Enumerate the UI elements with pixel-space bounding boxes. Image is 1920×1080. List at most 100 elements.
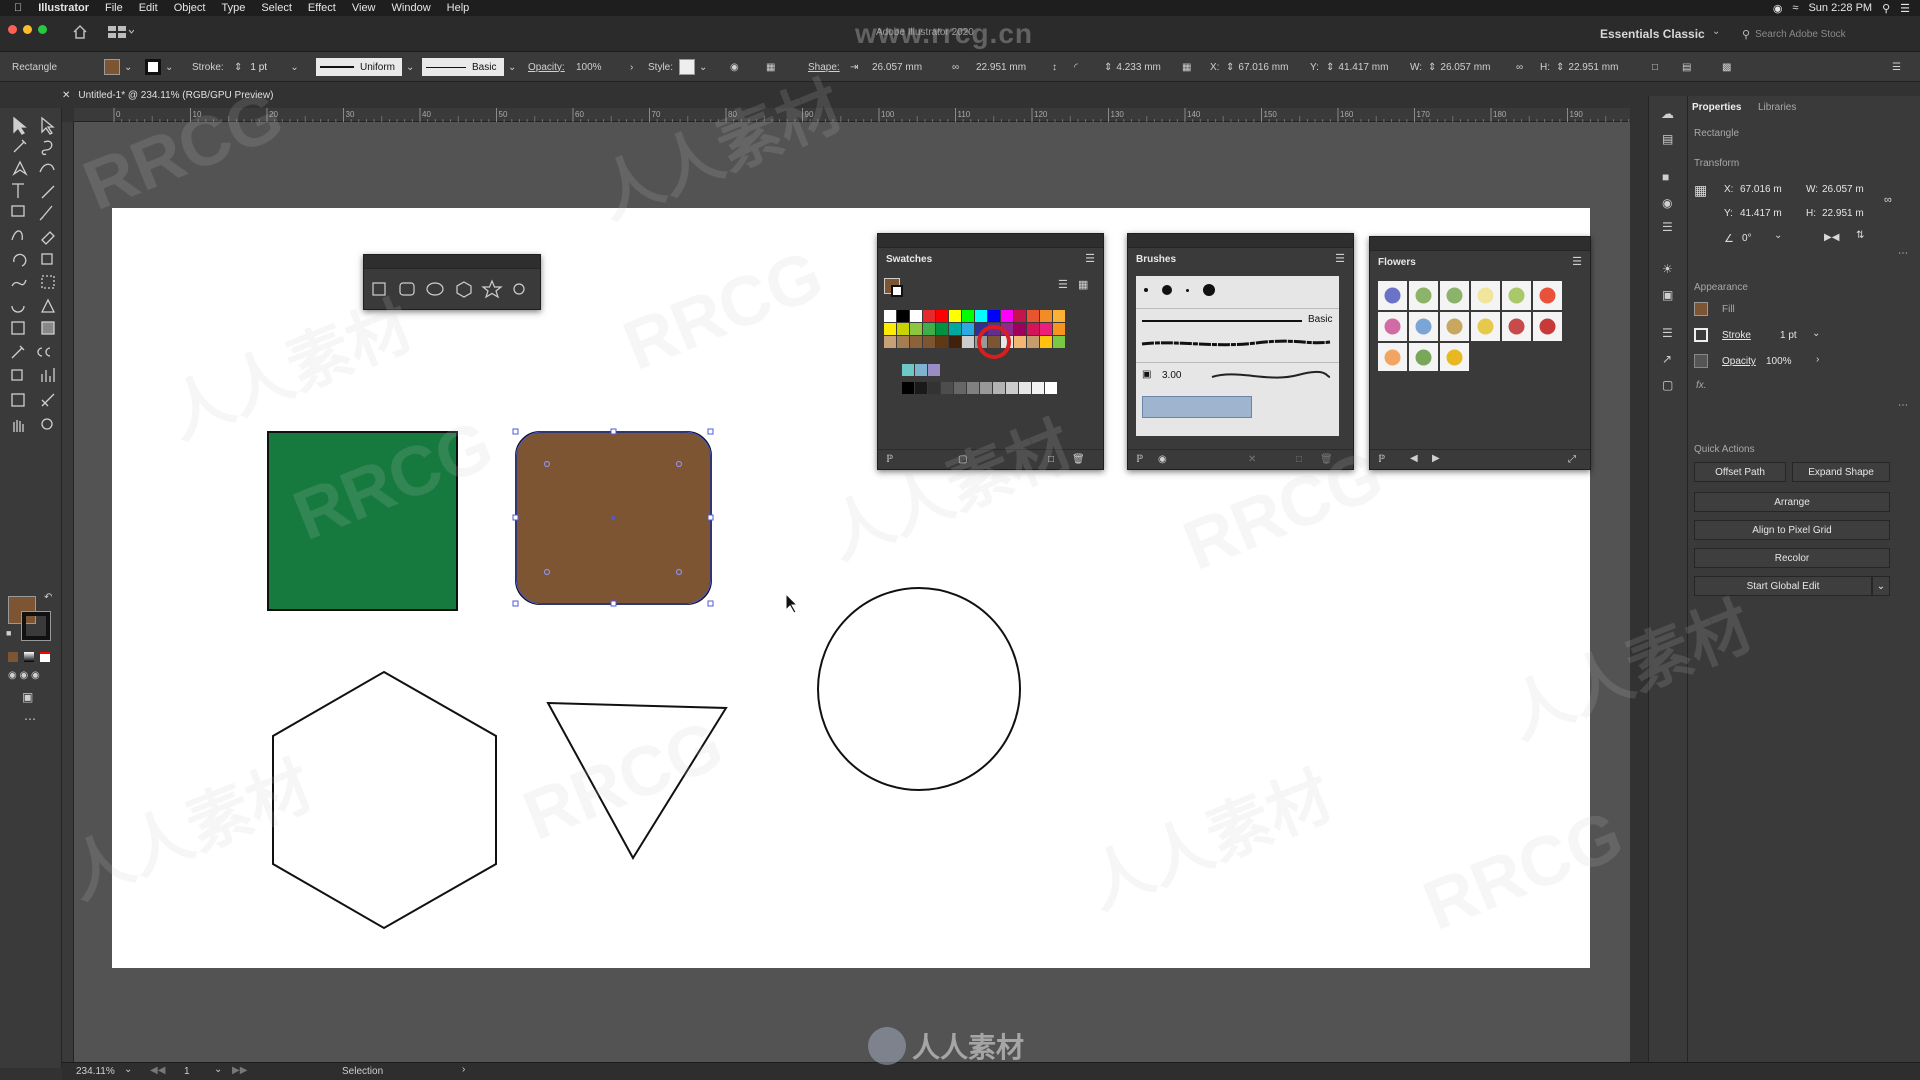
color-swatch (910, 323, 922, 335)
swatch-libraries-icon[interactable]: ℙ (886, 454, 893, 465)
chevron-down-icon[interactable]: ⌄ (1812, 328, 1820, 339)
grid-view-icon[interactable]: ▦ (1078, 278, 1088, 291)
align-to-pixel-grid-button[interactable]: Align to Pixel Grid (1694, 520, 1890, 540)
chevron-right-icon[interactable]: › (1816, 354, 1819, 365)
delete-brush-icon[interactable]: 🗑 (1320, 454, 1333, 465)
chevron-down-icon[interactable]: ⌄ (214, 1064, 222, 1075)
new-swatch-icon[interactable]: □ (1048, 454, 1054, 465)
color-swatch (975, 310, 987, 322)
hexagon[interactable] (272, 670, 497, 930)
reference-point-icon[interactable]: ▦ (1694, 182, 1707, 199)
current-tool-status[interactable]: Selection (342, 1066, 383, 1077)
prop-y-value[interactable]: 41.417 m (1740, 208, 1782, 219)
appearance-opacity-swatch[interactable] (1694, 354, 1708, 368)
gradient-panel-icon[interactable]: ■ (1662, 170, 1669, 184)
recolor-button[interactable]: Recolor (1694, 548, 1890, 568)
graphic-styles-icon[interactable]: ▣ (1662, 288, 1673, 302)
panel-menu-icon[interactable]: ☰ (1572, 255, 1582, 268)
shape-tools-floating-panel[interactable] (363, 254, 541, 310)
brush-dot-small[interactable] (1144, 288, 1148, 292)
export-icon[interactable]: ↗ (1662, 352, 1672, 366)
circle[interactable] (817, 587, 1021, 791)
panel-drag-bar[interactable] (1128, 234, 1353, 248)
color-group-swatch (928, 364, 940, 376)
flip-horizontal-icon[interactable]: ▶◀ (1824, 232, 1839, 243)
swatches-panel[interactable]: Swatches ☰ ☰ ▦ ℙ ▢ □ 🗑 (877, 233, 1104, 470)
chevron-down-icon[interactable]: ⌄ (124, 1064, 132, 1075)
delete-swatch-icon[interactable]: 🗑 (1072, 454, 1085, 465)
appearance-fill-swatch[interactable] (1694, 302, 1708, 316)
appearance-opacity-value[interactable]: 100% (1766, 356, 1792, 367)
calligraphic-brush-row[interactable] (1136, 276, 1260, 304)
offset-path-button[interactable]: Offset Path (1694, 462, 1786, 482)
new-color-group-icon[interactable]: ▢ (958, 454, 967, 465)
constrain-wh-icon[interactable]: ∞ (1884, 194, 1892, 206)
start-global-edit-button[interactable]: Start Global Edit (1694, 576, 1872, 596)
basic-brush-label: Basic (1308, 314, 1333, 325)
next-artboard-icon[interactable]: ▶▶ (232, 1065, 247, 1076)
prop-x-label: X: (1724, 184, 1734, 195)
expand-shape-button[interactable]: Expand Shape (1792, 462, 1890, 482)
fx-button[interactable]: fx. (1696, 380, 1707, 391)
appearance-stroke-value[interactable]: 1 pt (1780, 330, 1797, 341)
green-rectangle[interactable] (267, 431, 458, 611)
triangle[interactable] (546, 701, 728, 860)
list-view-icon[interactable]: ☰ (1058, 278, 1068, 291)
libraries-icon[interactable]: ☁ (1661, 106, 1674, 122)
remove-brush-stroke-icon[interactable]: ✕ (1248, 454, 1256, 465)
brush-options-icon[interactable]: ▣ (1142, 369, 1151, 380)
panel-menu-icon[interactable]: ☰ (1085, 252, 1095, 265)
appearance-opacity-label[interactable]: Opacity (1722, 356, 1756, 367)
symbol-libraries-icon[interactable]: ℙ (1378, 454, 1385, 465)
brushes-panel[interactable]: Brushes ☰ Basic ▣ 3.00 ℙ ◉ ✕ □ 🗑 (1127, 233, 1354, 470)
appearance-panel-icon[interactable]: ☀ (1662, 262, 1673, 276)
pattern-brush-row[interactable]: ▣ 3.00 (1136, 362, 1339, 388)
swatch-grid[interactable] (884, 310, 1099, 400)
color-swatch (1001, 310, 1013, 322)
appearance-stroke-swatch[interactable] (1694, 328, 1708, 342)
resize-grip-icon[interactable]: ⤢ (1568, 454, 1576, 465)
basic-brush-row[interactable]: Basic (1136, 308, 1339, 330)
artboard-number[interactable]: 1 (184, 1066, 190, 1077)
brush-dot-medium[interactable] (1162, 285, 1172, 295)
brush-dot-large[interactable] (1203, 284, 1215, 296)
flowers-symbols-panel[interactable]: Flowers ☰ ℙ ◀ ▶ ⤢ (1369, 236, 1591, 470)
current-stroke-swatch[interactable] (891, 285, 903, 297)
flower-symbol-grid[interactable] (1378, 281, 1568, 371)
global-edit-options-dropdown[interactable]: ⌄ (1872, 576, 1890, 596)
tab-libraries[interactable]: Libraries (1758, 102, 1796, 113)
color-swatch (949, 310, 961, 322)
panel-drag-bar[interactable] (364, 255, 540, 269)
first-artboard-icon[interactable]: ◀◀ (150, 1065, 165, 1076)
new-brush-icon[interactable]: □ (1296, 454, 1302, 465)
appearance-stroke-label[interactable]: Stroke (1722, 330, 1751, 341)
charcoal-brush-row[interactable] (1136, 332, 1339, 356)
panel-drag-bar[interactable] (878, 234, 1103, 248)
prop-h-value[interactable]: 22.951 m (1822, 208, 1864, 219)
arrange-button[interactable]: Arrange (1694, 492, 1890, 512)
more-options-icon[interactable]: ⋯ (1898, 400, 1908, 411)
basic-brush-line (1142, 320, 1302, 322)
zoom-level[interactable]: 234.11% (76, 1066, 115, 1077)
artboards-panel-icon[interactable]: ▢ (1662, 378, 1673, 392)
brush-libraries-icon[interactable]: ℙ (1136, 454, 1143, 465)
next-library-icon[interactable]: ▶ (1432, 453, 1440, 464)
prop-angle-value[interactable]: 0° (1742, 233, 1752, 244)
properties-icon[interactable]: ▤ (1662, 132, 1673, 146)
stroke-panel-icon[interactable]: ☰ (1662, 220, 1673, 234)
more-options-icon[interactable]: ⋯ (1898, 248, 1908, 259)
panel-menu-icon[interactable]: ☰ (1335, 252, 1345, 265)
brush-dot-tiny[interactable] (1186, 288, 1189, 292)
flip-vertical-icon[interactable]: ⇅ (1856, 230, 1864, 241)
prop-x-value[interactable]: 67.016 m (1740, 184, 1782, 195)
chevron-down-icon[interactable]: ⌄ (1774, 230, 1782, 241)
prop-w-value[interactable]: 26.057 m (1822, 184, 1864, 195)
art-brush-row[interactable] (1136, 392, 1339, 422)
panel-drag-bar[interactable] (1370, 237, 1590, 251)
layers-panel-icon[interactable]: ☰ (1662, 326, 1673, 340)
previous-library-icon[interactable]: ◀ (1410, 453, 1418, 464)
libraries-panel-icon[interactable]: ◉ (1158, 454, 1167, 465)
tab-properties[interactable]: Properties (1692, 102, 1741, 113)
color-panel-icon[interactable]: ◉ (1662, 196, 1672, 210)
chevron-right-icon[interactable]: › (462, 1064, 465, 1075)
